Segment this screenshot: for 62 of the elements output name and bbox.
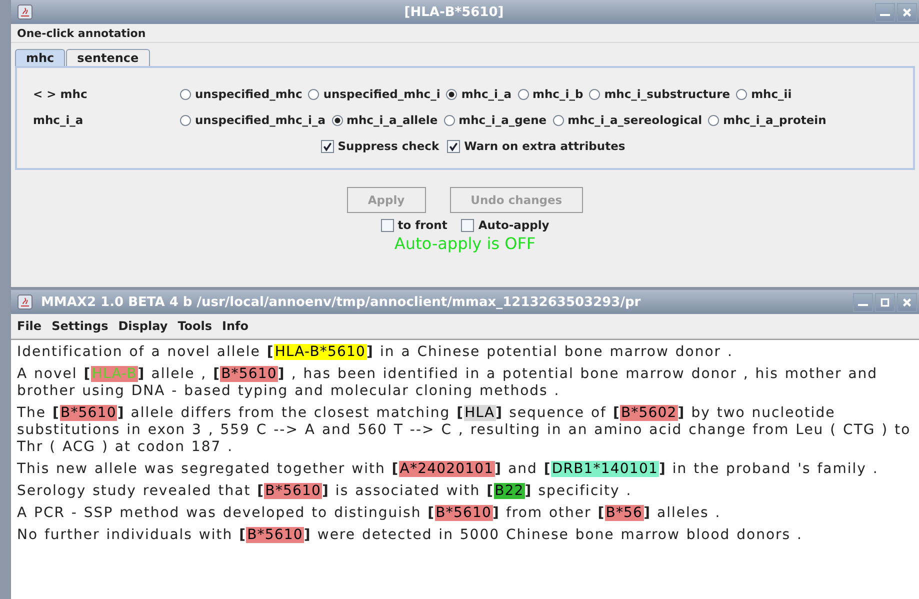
close-icon <box>901 6 913 18</box>
radio-button[interactable] <box>552 114 564 126</box>
radio-button[interactable] <box>446 88 458 100</box>
radio-option[interactable]: mhc_i_substructure <box>589 87 730 101</box>
checkbox-option[interactable]: to front <box>380 218 448 232</box>
radio-button[interactable] <box>308 88 320 100</box>
radio-button[interactable] <box>444 114 455 126</box>
checkbox[interactable] <box>320 140 334 152</box>
sentence-text: Serology study revealed that [B*5610] is associated with [B22] specificity . <box>17 483 633 500</box>
close-button[interactable] <box>897 2 917 22</box>
app-icon <box>17 4 33 20</box>
attribute-label: mhc_i_a <box>33 113 84 127</box>
sentence-text: No further individuals with [B*5610] were detected in 5000 Chinese bone marrow blood donors . <box>17 527 804 544</box>
radio-button[interactable] <box>708 114 720 126</box>
menu-item[interactable]: Settings <box>52 319 108 333</box>
minimize-button[interactable] <box>853 292 873 312</box>
checkbox[interactable] <box>380 218 394 232</box>
radio-button[interactable] <box>518 88 529 100</box>
window-title: MMAX2 1.0 BETA 4 b /usr/local/annoenv/tmp/annoclient/mmax_1213263503293/pr <box>40 294 642 310</box>
menu-item[interactable]: Info <box>222 319 249 333</box>
radio-option[interactable]: mhc_i_a_protein <box>708 113 826 127</box>
checkbox-option[interactable]: Warn on extra attributes <box>447 139 626 153</box>
radio-button[interactable] <box>589 88 600 100</box>
radio-button[interactable] <box>736 88 748 100</box>
radio-button[interactable] <box>332 114 343 126</box>
radio-option[interactable]: mhc_i_a <box>446 87 512 101</box>
sentence-text: Identification of a novel allele [HLA-B*5610] in a Chinese potential bone marrow donor . <box>17 344 734 361</box>
window-title: [HLA-B*5610] <box>403 4 505 20</box>
status-text: Auto-apply is OFF <box>394 234 536 253</box>
sentence-text: The [B*5610] allele differs from the closest matching [HLA] sequence of [B*5602] by two nucleotide substitutions in exon 3 , 559 C --> A and 560 T --> C , resulting in an amino acid change from Leu ( CTG ) to Thr ( ACG ) at codon 187 . <box>17 405 912 456</box>
checkbox-option[interactable]: Auto-apply <box>461 218 550 232</box>
menu-item[interactable]: Tools <box>178 319 212 333</box>
maximize-button[interactable] <box>875 292 895 312</box>
menu-item[interactable]: Display <box>118 319 168 333</box>
radio-option[interactable]: mhc_ii <box>736 87 792 101</box>
tab[interactable]: sentence <box>66 49 150 66</box>
radio-button[interactable] <box>180 114 191 126</box>
radio-button[interactable] <box>180 88 191 100</box>
attribute-label: < > mhc <box>33 87 88 101</box>
radio-option[interactable]: mhc_i_a_gene <box>444 113 547 127</box>
radio-option[interactable]: unspecified_mhc_i <box>308 87 440 101</box>
sentence-text: A PCR - SSP method was developed to distinguish [B*5610] from other [B*56] alleles . <box>17 505 722 522</box>
menu-item[interactable]: File <box>17 319 42 333</box>
radio-option[interactable]: mhc_i_a_allele <box>332 113 438 127</box>
sentence-text: This new allele was segregated together with [A*24020101] and [DRB1*140101] in the proband 's family . <box>17 461 880 478</box>
checkbox[interactable] <box>461 218 474 232</box>
radio-option[interactable]: unspecified_mhc <box>180 87 302 101</box>
close-icon <box>901 296 913 308</box>
menu-item[interactable]: One-click annotation <box>17 26 146 40</box>
close-button[interactable] <box>897 292 917 312</box>
radio-option[interactable]: mhc_i_b <box>518 87 584 101</box>
checkbox-option[interactable]: Suppress check <box>320 139 440 153</box>
sentence-text: A novel [HLA-B] allele , [B*5610] , has been identified in a potential bone marrow donor , his mother and brother using DNA - based typing and molecular cloning methods . <box>17 366 879 400</box>
minimize-icon <box>880 14 890 16</box>
radio-option[interactable]: unspecified_mhc_i_a <box>180 113 326 127</box>
radio-option[interactable]: mhc_i_a_sereological <box>552 113 702 127</box>
maximize-icon <box>879 296 891 308</box>
checkbox[interactable] <box>447 140 460 152</box>
app-icon <box>17 294 33 310</box>
tab[interactable]: mhc <box>15 49 66 66</box>
minimize-icon <box>858 304 868 306</box>
minimize-button[interactable] <box>875 2 895 22</box>
